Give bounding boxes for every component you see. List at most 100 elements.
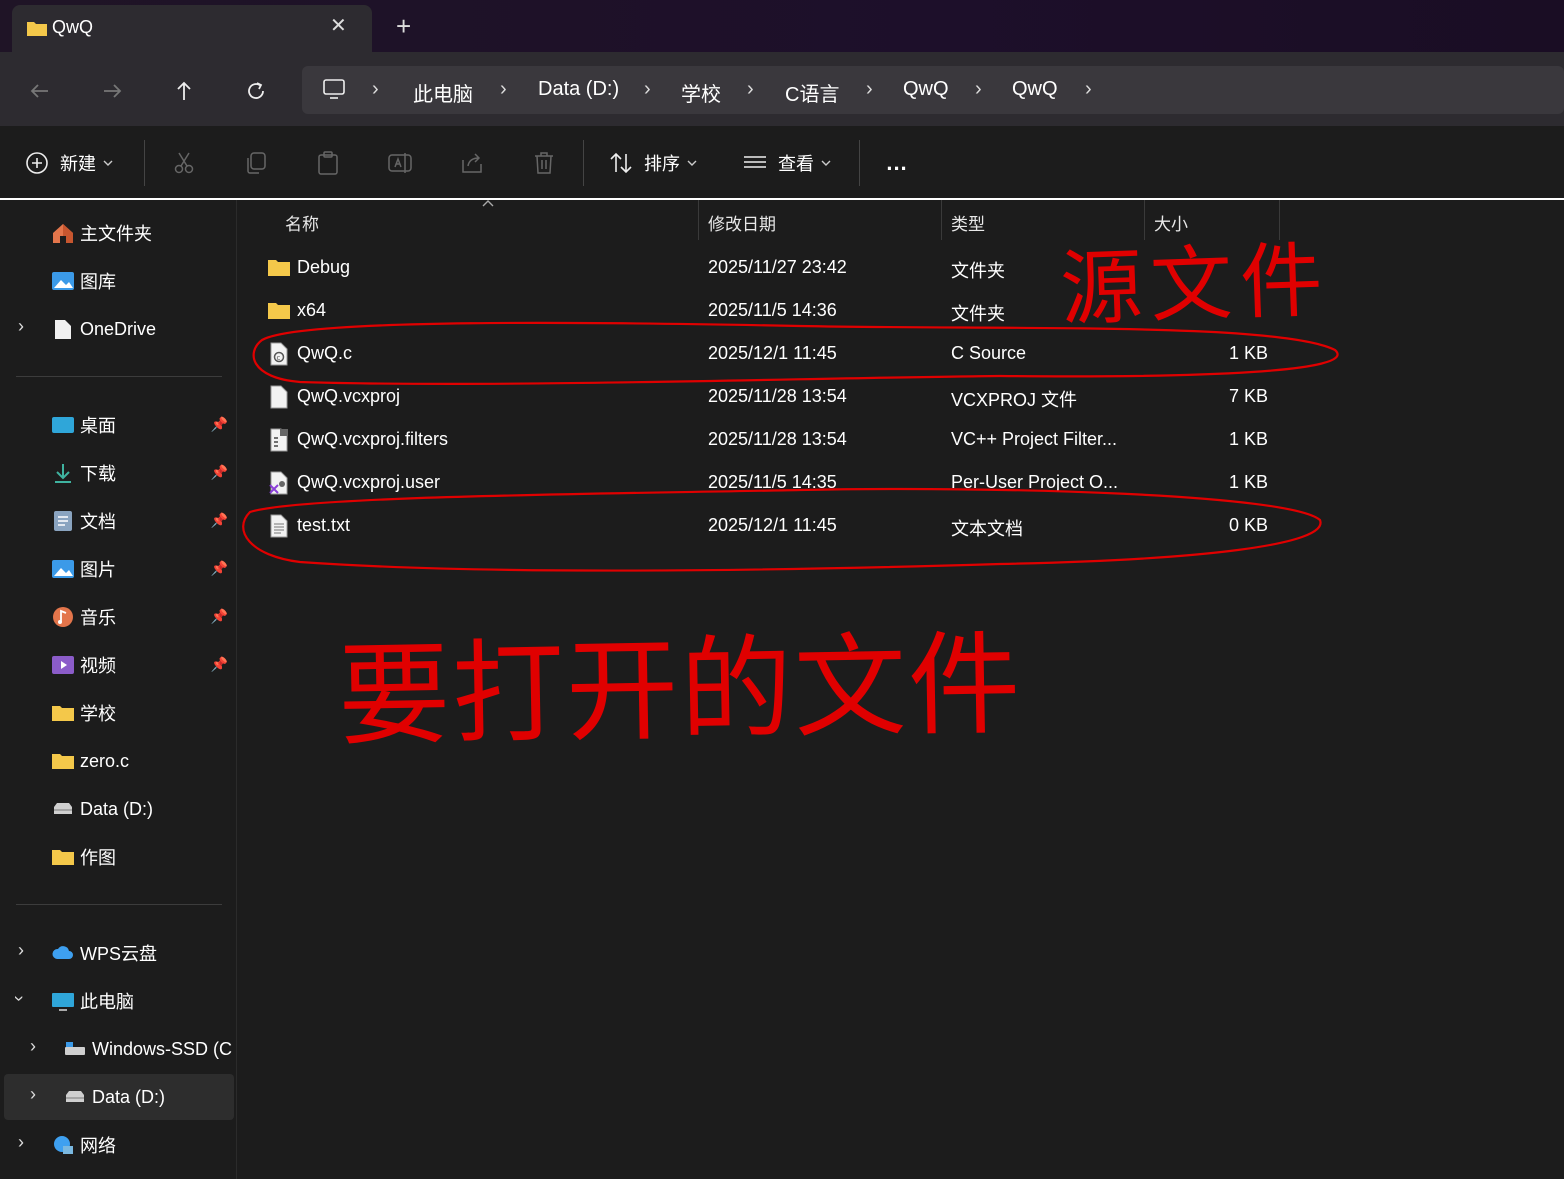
- folder-icon: [50, 750, 76, 772]
- c-file-icon: c: [270, 342, 288, 366]
- file-date: 2025/11/28 13:54: [708, 429, 847, 449]
- file-name: QwQ.vcxproj: [297, 386, 401, 406]
- more-options-button[interactable]: ...: [882, 143, 912, 183]
- new-tab-button[interactable]: +: [396, 11, 411, 42]
- sidebar-item-label: 文档: [80, 512, 116, 532]
- file-row-qwq-vcxproj-user[interactable]: QwQ.vcxproj.user 2025/11/5 14:35 Per-Use…: [250, 462, 1290, 504]
- chevron-right-icon[interactable]: ›: [30, 1036, 36, 1057]
- sidebar-item-label: 图片: [80, 560, 116, 580]
- cut-button[interactable]: [170, 143, 198, 183]
- breadcrumb-data-d[interactable]: Data (D:): [538, 78, 619, 101]
- annotation-file-to-open-text: 要打开的文件: [337, 620, 1024, 762]
- close-tab-button[interactable]: ✕: [330, 13, 347, 38]
- paste-button[interactable]: [314, 143, 342, 183]
- music-icon: [50, 606, 76, 628]
- column-header-name[interactable]: 名称: [285, 210, 319, 235]
- chevron-right-icon[interactable]: ›: [30, 1084, 36, 1105]
- view-label: 查看: [778, 154, 814, 174]
- pc-icon: [50, 990, 76, 1012]
- file-row-qwq-vcxproj-filters[interactable]: QwQ.vcxproj.filters 2025/11/28 13:54 VC+…: [250, 419, 1290, 461]
- sidebar-item-data-d-tree[interactable]: Data (D:): [62, 1076, 165, 1118]
- file-date: 2025/11/28 13:54: [708, 386, 847, 406]
- file-date: 2025/11/5 14:36: [708, 300, 837, 320]
- sidebar-item-videos[interactable]: 视频 📌: [50, 644, 234, 686]
- folder-icon: [268, 303, 290, 319]
- refresh-icon: [248, 82, 264, 99]
- sidebar-item-pictures[interactable]: 图片 📌: [50, 548, 234, 590]
- ssd-icon: [62, 1038, 88, 1060]
- view-button[interactable]: 查看: [742, 143, 834, 183]
- sidebar-item-gallery[interactable]: 图库: [50, 260, 116, 302]
- sidebar-item-windows-ssd[interactable]: Windows-SSD (C: [62, 1028, 232, 1070]
- column-header-date[interactable]: 修改日期: [708, 210, 776, 235]
- chevron-right-icon[interactable]: ›: [18, 940, 24, 961]
- file-row-qwq-vcxproj[interactable]: QwQ.vcxproj 2025/11/28 13:54 VCXPROJ 文件 …: [250, 376, 1290, 418]
- sidebar-item-desktop[interactable]: 桌面 📌: [50, 404, 234, 446]
- share-button[interactable]: [458, 143, 486, 183]
- breadcrumb-qwq-parent[interactable]: QwQ: [903, 78, 949, 101]
- chevron-right-icon: ›: [866, 78, 873, 100]
- sidebar-item-documents[interactable]: 文档 📌: [50, 500, 234, 542]
- breadcrumb-school[interactable]: 学校: [681, 78, 721, 107]
- breadcrumb-c-language[interactable]: C语言: [785, 78, 839, 107]
- chevron-right-icon[interactable]: ›: [18, 316, 24, 337]
- sort-button[interactable]: 排序: [608, 143, 700, 183]
- sort-icon: [610, 152, 632, 174]
- clipboard-icon: [318, 151, 338, 175]
- divider: [16, 376, 222, 377]
- network-icon: [50, 1134, 76, 1156]
- up-button[interactable]: [166, 73, 202, 109]
- breadcrumb-qwq-current[interactable]: QwQ: [1012, 78, 1058, 101]
- sidebar-item-data-d[interactable]: Data (D:): [50, 788, 153, 830]
- column-separator[interactable]: [941, 200, 942, 240]
- delete-button[interactable]: [530, 143, 558, 183]
- file-row-test-txt[interactable]: test.txt 2025/12/1 11:45 文本文档 0 KB: [250, 505, 1290, 547]
- sidebar-item-drawing[interactable]: 作图: [50, 836, 116, 878]
- arrow-right-icon: [104, 84, 122, 98]
- sidebar-item-school[interactable]: 学校: [50, 692, 116, 734]
- chevron-right-icon: ›: [500, 78, 507, 100]
- sidebar-item-network[interactable]: 网络: [50, 1124, 116, 1166]
- new-button[interactable]: 新建: [24, 143, 116, 183]
- chevron-down-icon[interactable]: ›: [9, 996, 30, 1002]
- file-row-qwq-c[interactable]: c QwQ.c 2025/12/1 11:45 C Source 1 KB: [250, 333, 1290, 375]
- chevron-right-icon[interactable]: ›: [18, 1132, 24, 1153]
- file-date: 2025/11/5 14:35: [708, 472, 837, 492]
- download-icon: [50, 462, 76, 484]
- pin-icon[interactable]: 📌: [211, 656, 228, 673]
- column-separator[interactable]: [698, 200, 699, 240]
- refresh-button[interactable]: [238, 73, 274, 109]
- file-type: Per-User Project O...: [951, 472, 1119, 492]
- forward-button[interactable]: [94, 73, 130, 109]
- sidebar-item-home[interactable]: 主文件夹: [50, 212, 152, 254]
- sidebar-item-music[interactable]: 音乐 📌: [50, 596, 234, 638]
- file-size: 1 KB: [1228, 472, 1268, 492]
- column-header-type[interactable]: 类型: [951, 210, 985, 235]
- sidebar-item-onedrive[interactable]: OneDrive: [50, 308, 156, 350]
- folder-icon: [268, 260, 290, 276]
- rename-button[interactable]: [386, 143, 414, 183]
- file-type: 文件夹: [951, 304, 1005, 324]
- videos-icon: [50, 654, 76, 676]
- chevron-right-icon: ›: [747, 78, 754, 100]
- pin-icon[interactable]: 📌: [211, 464, 228, 481]
- pin-icon[interactable]: 📌: [211, 560, 228, 577]
- breadcrumb-this-pc[interactable]: 此电脑: [413, 78, 473, 107]
- sidebar-item-label: Data (D:): [80, 798, 154, 819]
- sidebar-item-wps-cloud[interactable]: WPS云盘: [50, 932, 157, 974]
- monitor-icon: [323, 79, 345, 99]
- chevron-right-icon[interactable]: ›: [1085, 78, 1092, 101]
- sidebar-item-label: 下载: [80, 464, 116, 484]
- file-name: QwQ.vcxproj.user: [297, 472, 441, 492]
- sidebar-item-downloads[interactable]: 下载 📌: [50, 452, 234, 494]
- copy-button[interactable]: [242, 143, 270, 183]
- back-button[interactable]: [22, 73, 58, 109]
- sidebar-item-this-pc[interactable]: 此电脑: [50, 980, 134, 1022]
- sidebar-item-label: 桌面: [80, 416, 116, 436]
- chevron-right-icon: ›: [372, 78, 379, 100]
- sidebar-item-zero-c[interactable]: zero.c: [50, 740, 129, 782]
- pin-icon[interactable]: 📌: [211, 416, 228, 433]
- rename-icon: [388, 153, 412, 173]
- pin-icon[interactable]: 📌: [211, 608, 228, 625]
- pin-icon[interactable]: 📌: [211, 512, 228, 529]
